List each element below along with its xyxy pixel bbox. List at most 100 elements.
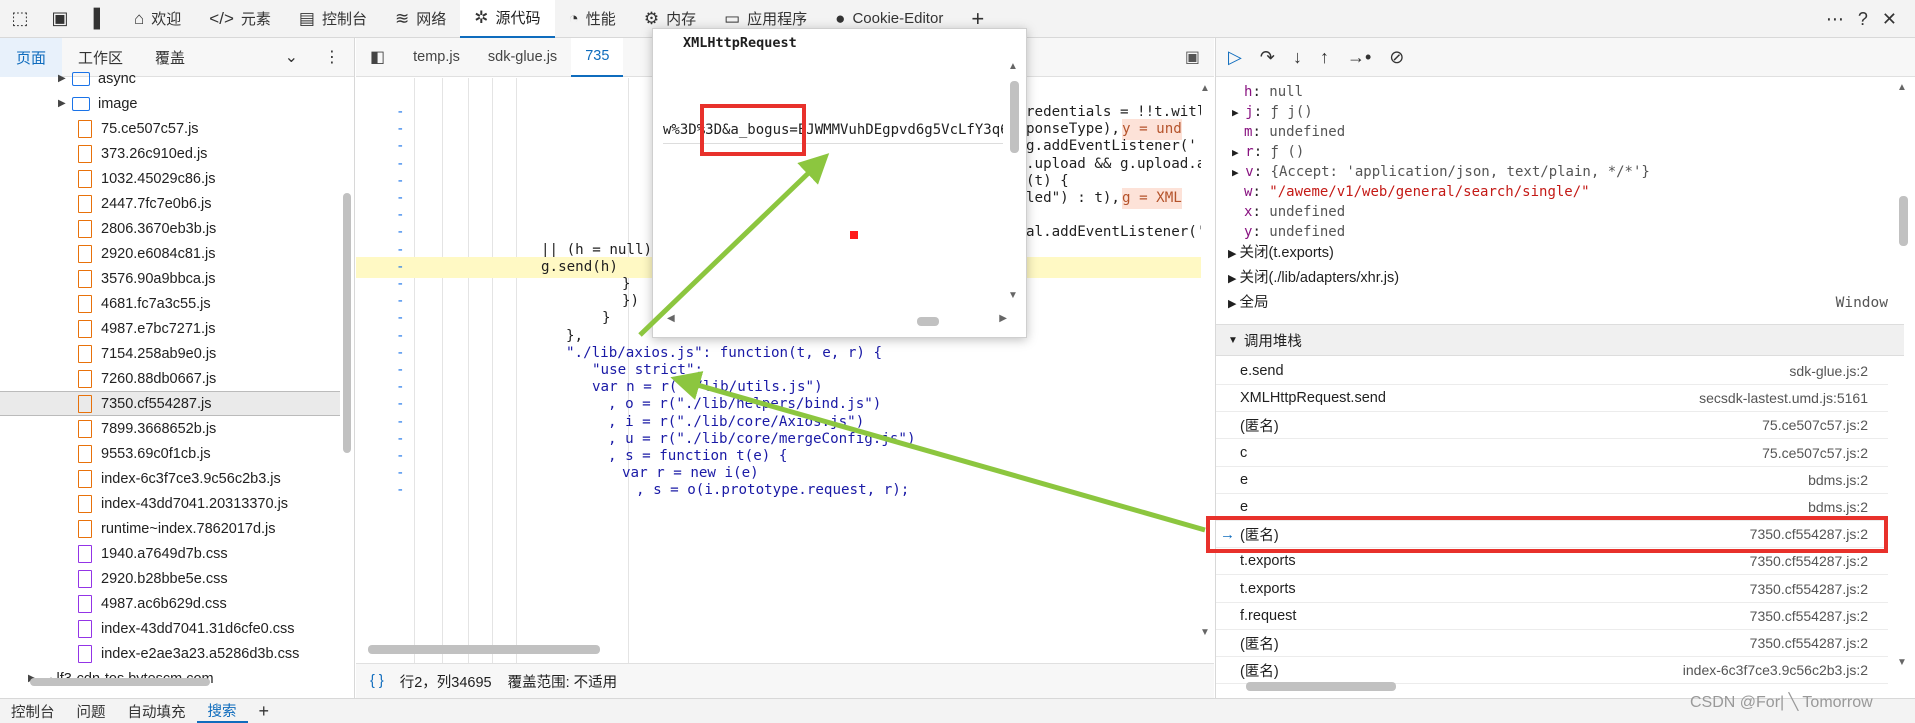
tree-item[interactable]: 1940.a7649d7b.css	[0, 541, 340, 566]
tab-0[interactable]: ⌂ 欢迎	[120, 0, 195, 38]
editor-horizontal-scrollbar[interactable]	[368, 643, 1188, 655]
scope-variable[interactable]: h: null	[1244, 82, 1303, 102]
tab-1[interactable]: </> 元素	[195, 0, 285, 38]
toggle-sidebar-icon[interactable]: ▌	[80, 0, 120, 38]
tree-item[interactable]: index-43dd7041.31d6cfe0.css	[0, 616, 340, 641]
scope-variable[interactable]: ▶ r: ƒ ()	[1232, 142, 1304, 162]
tab-2[interactable]: ▤ 控制台	[285, 0, 381, 38]
frame-location[interactable]: 7350.cf554287.js:2	[1750, 553, 1868, 569]
callstack-frame[interactable]: (匿名) 7350.cf554287.js:2	[1216, 630, 1888, 657]
tree-item[interactable]: 3576.90a9bbca.js	[0, 266, 340, 291]
tab-4[interactable]: ✲ 源代码	[460, 0, 555, 38]
caret-right-icon[interactable]: ▶	[1232, 166, 1245, 179]
caret-right-icon[interactable]: ▶	[1228, 298, 1240, 310]
step-icon[interactable]: →•	[1347, 47, 1371, 68]
scope-variable[interactable]: x: undefined	[1244, 202, 1345, 222]
frame-location[interactable]: index-6c3f7ce3.9c56c2b3.js:2	[1683, 662, 1868, 678]
frame-location[interactable]: bdms.js:2	[1808, 499, 1868, 515]
popup-vertical-scrollbar[interactable]: ▲ ▼	[1008, 61, 1020, 301]
scope-variable[interactable]: w: "/aweme/v1/web/general/search/single/…	[1244, 182, 1590, 202]
tab-5[interactable]: ◔ 性能	[555, 0, 630, 38]
caret-right-icon[interactable]: ▶	[1232, 106, 1245, 119]
tree-item[interactable]: 7899.3668652b.js	[0, 416, 340, 441]
tree-item[interactable]: 4681.fc7a3c55.js	[0, 291, 340, 316]
callstack-frame[interactable]: t.exports 7350.cf554287.js:2	[1216, 576, 1888, 603]
popup-horizontal-scrollbar[interactable]: ◀ ▶	[667, 313, 1007, 327]
callstack-header[interactable]: ▼ 调用堆栈	[1216, 324, 1904, 356]
tab-7350-js[interactable]: 735	[571, 38, 624, 77]
tree-item[interactable]: 4987.ac6b629d.css	[0, 591, 340, 616]
scope-section[interactable]: ▶ 关闭(t.exports)	[1228, 242, 1888, 265]
callstack-frame[interactable]: e bdms.js:2	[1216, 467, 1888, 494]
scope-variable[interactable]: ▶ j: ƒ j()	[1232, 102, 1313, 122]
navigator-horizontal-scrollbar[interactable]	[10, 676, 330, 686]
tree-item[interactable]: index-43dd7041.20313370.js	[0, 491, 340, 516]
scope-variable[interactable]: y: undefined	[1244, 222, 1345, 242]
tree-item[interactable]: ▶ async	[0, 66, 340, 91]
frame-location[interactable]: 7350.cf554287.js:2	[1750, 635, 1868, 651]
frame-location[interactable]: sdk-glue.js:2	[1789, 363, 1868, 379]
tree-item[interactable]: 2920.e6084c81.js	[0, 241, 340, 266]
tree-item[interactable]: 7350.cf554287.js	[0, 391, 340, 416]
add-drawer-tab-icon[interactable]: +	[248, 699, 281, 723]
tree-item[interactable]: 2920.b28bbe5e.css	[0, 566, 340, 591]
scope-variable[interactable]: ▶ v: {Accept: 'application/json, text/pl…	[1232, 162, 1650, 182]
more-vertical-icon[interactable]: ⋮	[324, 47, 340, 67]
frame-location[interactable]: 75.ce507c57.js:2	[1762, 445, 1868, 461]
tree-item[interactable]: index-e2ae3a23.a5286d3b.css	[0, 641, 340, 666]
step-over-icon[interactable]: ↷	[1260, 47, 1275, 68]
frame-location[interactable]: bdms.js:2	[1808, 472, 1868, 488]
frame-location[interactable]: secsdk-lastest.umd.js:5161	[1699, 390, 1868, 406]
caret-right-icon[interactable]: ▶	[1232, 146, 1245, 159]
tree-item[interactable]: runtime~index.7862017d.js	[0, 516, 340, 541]
step-out-icon[interactable]: ↑	[1320, 47, 1329, 68]
tab-3[interactable]: ≋ 网络	[381, 0, 460, 38]
callstack-frame[interactable]: (匿名) 75.ce507c57.js:2	[1216, 412, 1888, 440]
drawer-tab[interactable]: 控制台	[0, 699, 66, 723]
tree-item[interactable]: 2806.3670eb3b.js	[0, 216, 340, 241]
chevron-down-icon[interactable]: ⌄	[285, 47, 298, 67]
callstack-frame[interactable]: XMLHttpRequest.send secsdk-lastest.umd.js…	[1216, 385, 1888, 413]
callstack-frame[interactable]: e.send sdk-glue.js:2	[1216, 358, 1888, 385]
caret-right-icon[interactable]: ▶	[58, 73, 72, 84]
navigator-vertical-scrollbar[interactable]	[342, 83, 352, 643]
tab-temp-js[interactable]: temp.js	[399, 38, 474, 77]
toggle-debugger-icon[interactable]: ▣	[1185, 47, 1214, 67]
help-icon[interactable]: ?	[1858, 9, 1868, 30]
close-devtools-icon[interactable]: ✕	[1882, 9, 1897, 30]
drawer-tab[interactable]: 问题	[66, 699, 117, 723]
scope-variable[interactable]: m: undefined	[1244, 122, 1345, 142]
scope-section[interactable]: ▶ 关闭(./lib/adapters/xhr.js)	[1228, 267, 1888, 290]
deactivate-breakpoints-icon[interactable]: ⊘	[1389, 47, 1404, 68]
editor-vertical-scrollbar[interactable]: ▲ ▼	[1200, 78, 1212, 638]
frame-location[interactable]: 7350.cf554287.js:2	[1750, 581, 1868, 597]
caret-right-icon[interactable]: ▶	[1228, 248, 1240, 260]
tree-item[interactable]: ▶ image	[0, 91, 340, 116]
tree-item[interactable]: 373.26c910ed.js	[0, 141, 340, 166]
scope-section[interactable]: ▶ 全局 Window	[1228, 292, 1888, 315]
caret-right-icon[interactable]: ▶	[1228, 273, 1240, 285]
tree-item[interactable]: 9553.69c0f1cb.js	[0, 441, 340, 466]
breakpoint-gutter[interactable]: -	[396, 480, 406, 501]
step-into-icon[interactable]: ↓	[1293, 47, 1302, 68]
toggle-navigator-icon[interactable]: ◧	[356, 38, 399, 77]
drawer-tab[interactable]: 搜索	[196, 699, 248, 723]
caret-right-icon[interactable]: ▶	[58, 98, 72, 109]
callstack-frame[interactable]: f.request 7350.cf554287.js:2	[1216, 603, 1888, 630]
tree-item[interactable]: index-6c3f7ce3.9c56c2b3.js	[0, 466, 340, 491]
tree-item[interactable]: 7154.258ab9e0.js	[0, 341, 340, 366]
inspect-element-icon[interactable]: ⬚	[0, 0, 40, 38]
tree-item[interactable]: 2447.7fc7e0b6.js	[0, 191, 340, 216]
callstack-frame[interactable]: c 75.ce507c57.js:2	[1216, 440, 1888, 467]
debugger-vertical-scrollbar[interactable]: ▲ ▼	[1897, 78, 1909, 668]
frame-location[interactable]: 75.ce507c57.js:2	[1762, 417, 1868, 433]
pretty-print-button[interactable]: { }	[370, 673, 384, 689]
tab-sdk-glue-js[interactable]: sdk-glue.js	[474, 38, 571, 77]
frame-location[interactable]: 7350.cf554287.js:2	[1750, 608, 1868, 624]
drawer-tab[interactable]: 自动填充	[117, 699, 197, 723]
tree-item[interactable]: 75.ce507c57.js	[0, 116, 340, 141]
device-emulation-icon[interactable]: ▣	[40, 0, 80, 38]
code-line[interactable]: - , s = o(i.prototype.request, r);	[356, 480, 1201, 501]
tree-item[interactable]: 1032.45029c86.js	[0, 166, 340, 191]
resume-icon[interactable]: ▷	[1228, 47, 1242, 68]
